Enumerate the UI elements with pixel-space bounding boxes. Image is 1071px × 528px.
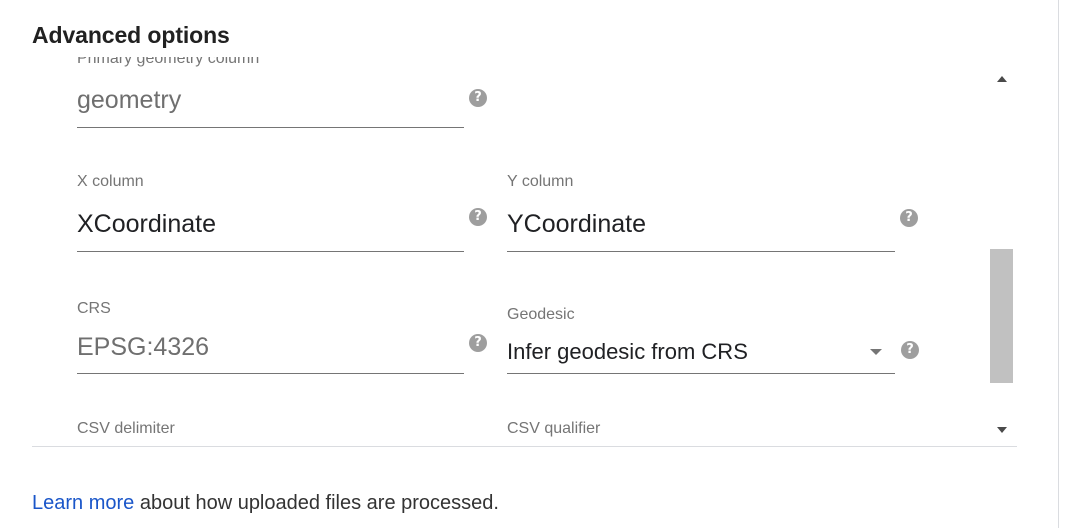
advanced-options-panel[interactable]: Primary geometry column geometry ? X col… (32, 57, 1017, 447)
crs-underline (77, 373, 464, 374)
chevron-down-icon[interactable] (870, 349, 882, 355)
csv-delimiter-field[interactable]: CSV delimiter (77, 412, 467, 446)
vertical-scrollbar[interactable] (987, 57, 1017, 446)
upload-info-text: Learn more about how uploaded files are … (32, 492, 499, 515)
primary-geometry-field[interactable]: Primary geometry column geometry (77, 57, 467, 132)
csv-qualifier-field[interactable]: CSV qualifier (507, 412, 897, 446)
page-edge-divider (1058, 0, 1059, 528)
primary-geometry-underline (77, 127, 464, 128)
section-title: Advanced options (32, 22, 230, 48)
learn-more-link[interactable]: Learn more (32, 492, 134, 514)
help-icon-geodesic[interactable]: ? (901, 341, 919, 359)
upload-info-suffix: about how uploaded files are processed. (134, 492, 499, 514)
crs-field[interactable]: CRS EPSG:4326 (77, 298, 467, 378)
help-icon-y-column[interactable]: ? (900, 209, 918, 227)
crs-label: CRS (77, 300, 111, 317)
help-icon-x-column[interactable]: ? (469, 208, 487, 226)
x-column-input[interactable]: XCoordinate (77, 210, 216, 239)
csv-qualifier-label: CSV qualifier (507, 420, 601, 437)
x-column-field[interactable]: X column XCoordinate (77, 172, 467, 257)
primary-geometry-input[interactable]: geometry (77, 86, 181, 115)
y-column-field[interactable]: Y column YCoordinate (507, 172, 897, 257)
csv-delimiter-label: CSV delimiter (77, 420, 175, 437)
scroll-up-arrow-icon[interactable] (997, 76, 1007, 82)
y-column-label: Y column (507, 173, 574, 190)
y-column-underline (507, 251, 895, 252)
help-icon-crs[interactable]: ? (469, 334, 487, 352)
x-column-underline (77, 251, 464, 252)
scrollbar-thumb[interactable] (990, 249, 1013, 383)
geodesic-underline (507, 373, 895, 374)
primary-geometry-label: Primary geometry column (77, 57, 260, 67)
y-column-input[interactable]: YCoordinate (507, 210, 646, 239)
geodesic-label: Geodesic (507, 306, 575, 323)
geodesic-selected-value: Infer geodesic from CRS (507, 339, 748, 364)
help-icon-primary-geometry[interactable]: ? (469, 89, 487, 107)
scroll-down-arrow-icon[interactable] (997, 427, 1007, 433)
x-column-label: X column (77, 173, 144, 190)
geodesic-select[interactable]: Geodesic Infer geodesic from CRS (507, 298, 897, 378)
crs-input[interactable]: EPSG:4326 (77, 333, 209, 362)
